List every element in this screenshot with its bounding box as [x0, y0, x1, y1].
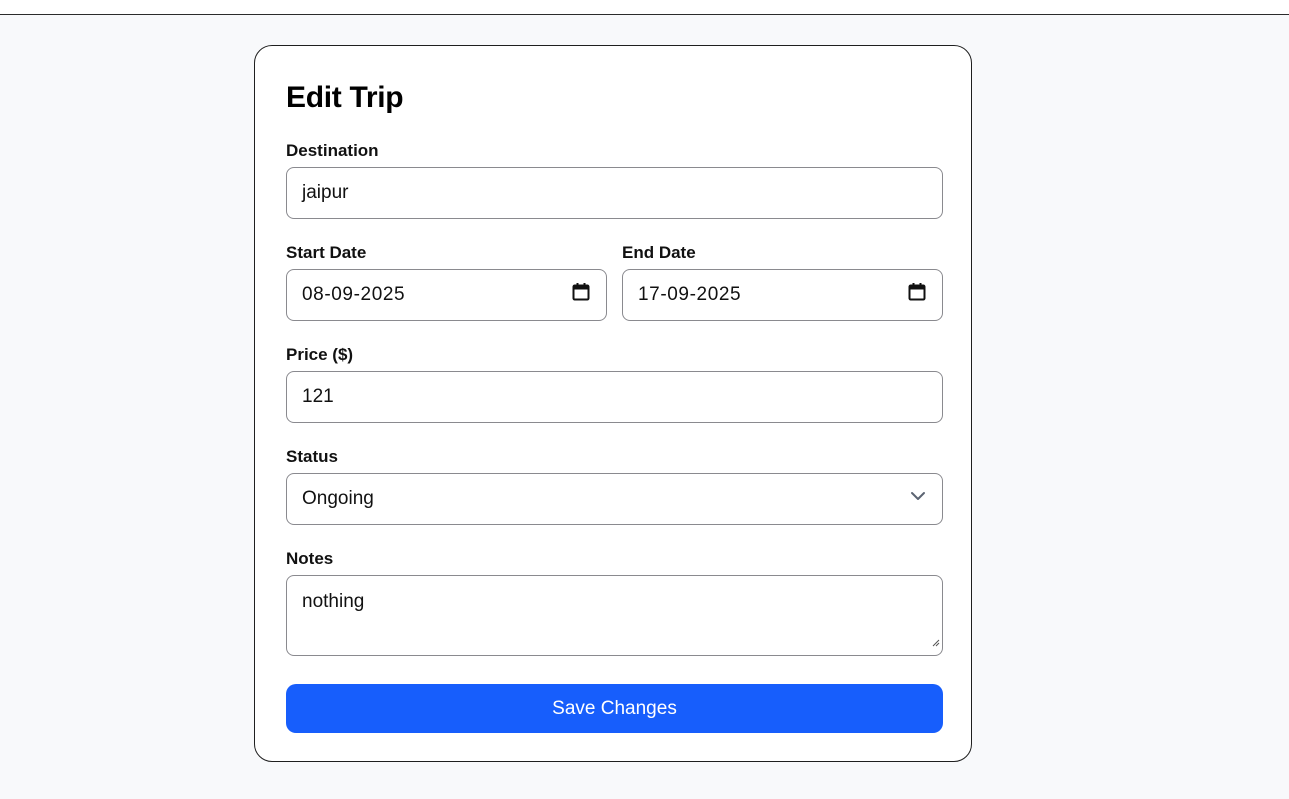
- start-date-label: Start Date: [286, 243, 367, 262]
- status-select[interactable]: Ongoing: [286, 473, 943, 525]
- start-date-value: 08-09-2025: [302, 284, 406, 305]
- end-date-label: End Date: [622, 243, 696, 262]
- start-date-input[interactable]: 08-09-2025: [286, 269, 607, 321]
- end-date-value: 17-09-2025: [638, 284, 742, 305]
- destination-value: jaipur: [302, 182, 349, 203]
- status-value: Ongoing: [302, 488, 374, 509]
- destination-input[interactable]: jaipur: [286, 167, 943, 219]
- resize-handle-icon[interactable]: [931, 631, 940, 653]
- calendar-icon[interactable]: [907, 282, 927, 308]
- price-value: 121: [302, 386, 334, 407]
- end-date-input[interactable]: 17-09-2025: [622, 269, 943, 321]
- destination-label: Destination: [286, 141, 379, 160]
- notes-label: Notes: [286, 549, 334, 568]
- price-label: Price ($): [286, 345, 354, 364]
- save-changes-button[interactable]: Save Changes: [286, 684, 943, 733]
- price-input[interactable]: 121: [286, 371, 943, 423]
- notes-value: nothing: [302, 591, 365, 612]
- status-label: Status: [286, 447, 338, 466]
- calendar-icon[interactable]: [571, 282, 591, 308]
- page-title: Edit Trip: [286, 81, 404, 114]
- notes-textarea[interactable]: nothing: [286, 575, 943, 656]
- chevron-down-icon: [909, 487, 927, 511]
- edit-trip-card: Edit Trip Destination jaipur Start Date …: [254, 45, 972, 762]
- top-bar: [0, 0, 1289, 15]
